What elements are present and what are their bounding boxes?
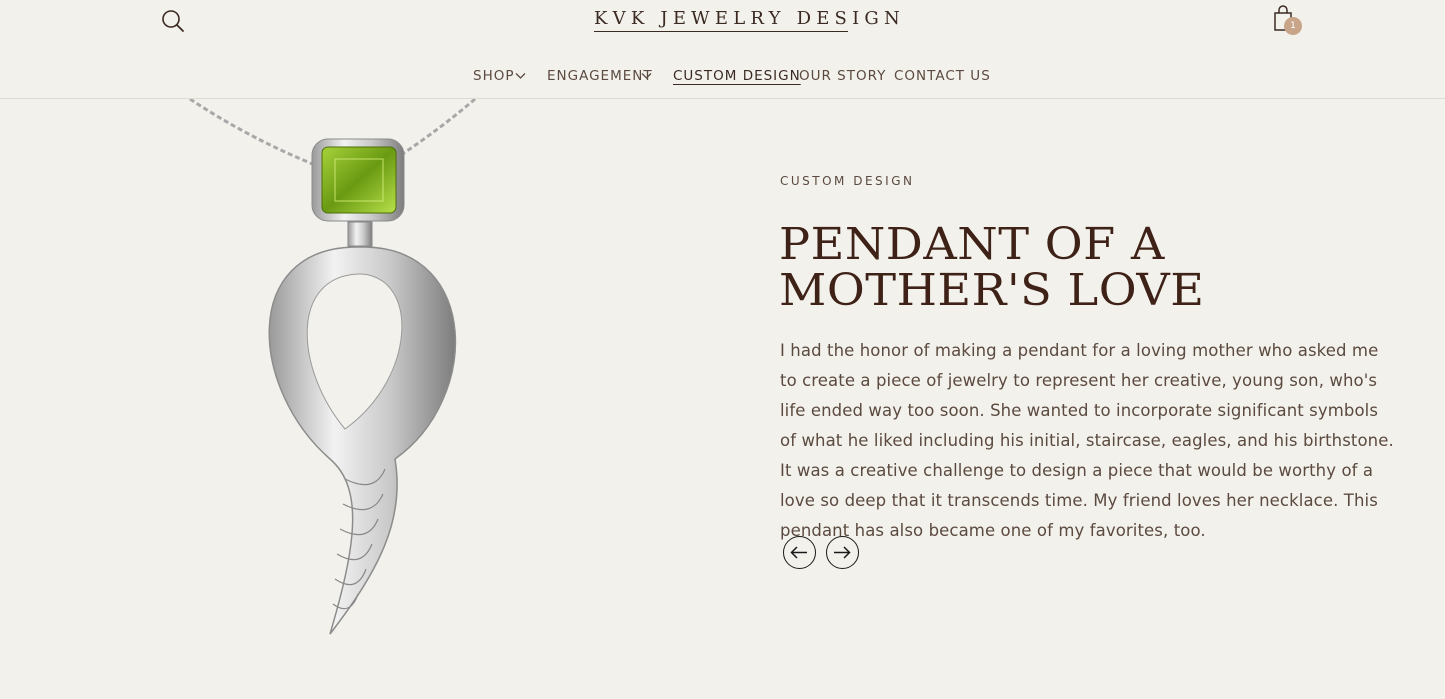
arrow-right-icon — [834, 546, 851, 559]
site-header: KVK JEWELRY DESIGN 1 SHOP ENGAGEMENT CUS… — [0, 0, 1445, 99]
prev-button[interactable] — [783, 536, 816, 569]
nav-item-our-story[interactable]: OUR STORY — [799, 66, 886, 86]
nav-item-custom-design[interactable]: CUSTOM DESIGN — [673, 66, 801, 86]
nav-item-contact-us[interactable]: CONTACT US — [894, 66, 991, 86]
cart-button[interactable]: 1 — [1272, 4, 1304, 36]
logo-text: KVK JEWELRY DESIGN — [594, 8, 905, 29]
page-title: PENDANT OF A MOTHER'S LOVE — [779, 219, 1205, 316]
search-icon[interactable] — [160, 8, 186, 34]
chevron-down-icon[interactable] — [641, 72, 652, 80]
cart-count-badge: 1 — [1284, 17, 1302, 35]
section-eyebrow: CUSTOM DESIGN — [780, 174, 915, 188]
site-logo[interactable]: KVK JEWELRY DESIGN — [594, 8, 905, 32]
pendant-image — [180, 97, 500, 639]
nav-item-shop[interactable]: SHOP — [473, 66, 515, 86]
main-nav: SHOP ENGAGEMENT CUSTOM DESIGN OUR STORY … — [0, 66, 1445, 88]
arrow-left-icon — [790, 546, 807, 559]
nav-item-engagement[interactable]: ENGAGEMENT — [547, 66, 653, 86]
next-button[interactable] — [826, 536, 859, 569]
chevron-down-icon[interactable] — [515, 72, 526, 80]
logo-underline — [594, 31, 848, 32]
story-paragraph: I had the honor of making a pendant for … — [780, 341, 1394, 540]
